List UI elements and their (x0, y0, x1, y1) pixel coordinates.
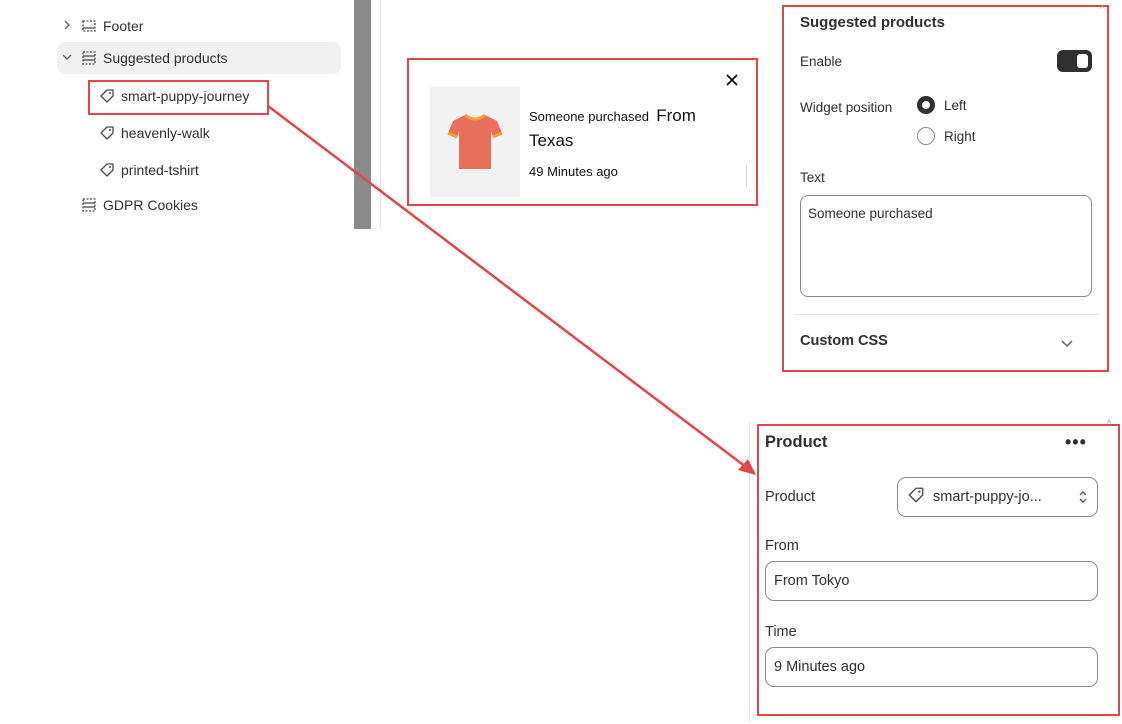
time-label: Time (765, 624, 797, 640)
tag-icon (95, 162, 119, 178)
widget-position-label: Widget position (800, 100, 893, 115)
radio-left[interactable] (917, 96, 935, 114)
tag-icon (907, 486, 925, 508)
sidebar-item-label: printed-tshirt (121, 162, 199, 178)
divider (746, 165, 747, 187)
more-actions-icon[interactable]: ••• (1065, 432, 1087, 453)
chevron-right-icon[interactable] (57, 19, 77, 33)
sidebar-item-gdpr-cookies[interactable]: GDPR Cookies (77, 189, 361, 221)
notification-message: Someone purchased From Texas (529, 104, 729, 154)
suggested-products-settings-panel: ^ Suggested products Enable Widget posit… (782, 4, 1109, 372)
panel-edge (749, 422, 750, 722)
chevron-down-icon[interactable] (1060, 336, 1074, 354)
scroll-up-icon[interactable]: ^ (1107, 418, 1111, 428)
notification-location: Texas (529, 131, 574, 150)
from-label: From (765, 538, 799, 554)
product-picker[interactable]: smart-puppy-jo... (897, 477, 1098, 517)
divider (794, 314, 1099, 315)
sidebar-item-heavenly-walk[interactable]: heavenly-walk (95, 117, 291, 149)
sidebar-item-footer[interactable]: Footer (57, 10, 341, 42)
close-icon[interactable] (722, 70, 742, 90)
product-label: Product (765, 489, 815, 505)
radio-right-label[interactable]: Right (944, 129, 976, 144)
sidebar-item-printed-tshirt[interactable]: printed-tshirt (95, 154, 291, 186)
time-input[interactable]: 9 Minutes ago (765, 647, 1098, 687)
panel-title: Suggested products (800, 14, 946, 31)
enable-label: Enable (800, 54, 843, 69)
notification-text: Someone purchased (529, 109, 649, 124)
product-picker-value: smart-puppy-jo... (933, 489, 1042, 505)
section-icon (77, 18, 101, 34)
radio-left-label[interactable]: Left (944, 98, 967, 113)
custom-css-toggle[interactable]: Custom CSS (800, 333, 888, 349)
sidebar-item-suggested-products[interactable]: Suggested products (57, 42, 341, 74)
sidebar-item-label: GDPR Cookies (103, 197, 198, 213)
sidebar-item-label: Suggested products (103, 50, 228, 66)
sidebar-item-label: Footer (103, 18, 144, 34)
radio-right[interactable] (917, 127, 935, 145)
text-textarea[interactable]: Someone purchased (800, 195, 1092, 297)
notification-time: 49 Minutes ago (529, 164, 618, 179)
purchase-notification-preview: Someone purchased From Texas 49 Minutes … (407, 58, 758, 206)
chevron-down-icon[interactable] (57, 51, 77, 65)
tag-icon (95, 125, 119, 141)
notification-from: From (656, 106, 696, 125)
enable-toggle[interactable] (1057, 50, 1092, 72)
tshirt-icon (447, 113, 503, 169)
sidebar-item-label: heavenly-walk (121, 125, 210, 141)
scroll-up-icon[interactable]: ^ (1100, 4, 1105, 15)
product-image (430, 87, 520, 197)
select-arrows-icon (1078, 489, 1088, 509)
section-icon (77, 50, 101, 66)
text-label: Text (800, 170, 825, 185)
sidebar-scrollbar[interactable] (354, 0, 371, 229)
product-block-panel: ^ Product ••• Product smart-puppy-jo... … (749, 418, 1120, 722)
highlight-box-sidebar-item (88, 80, 269, 115)
from-input[interactable]: From Tokyo (765, 561, 1098, 601)
block-title: Product (765, 433, 828, 451)
section-icon (77, 197, 101, 213)
